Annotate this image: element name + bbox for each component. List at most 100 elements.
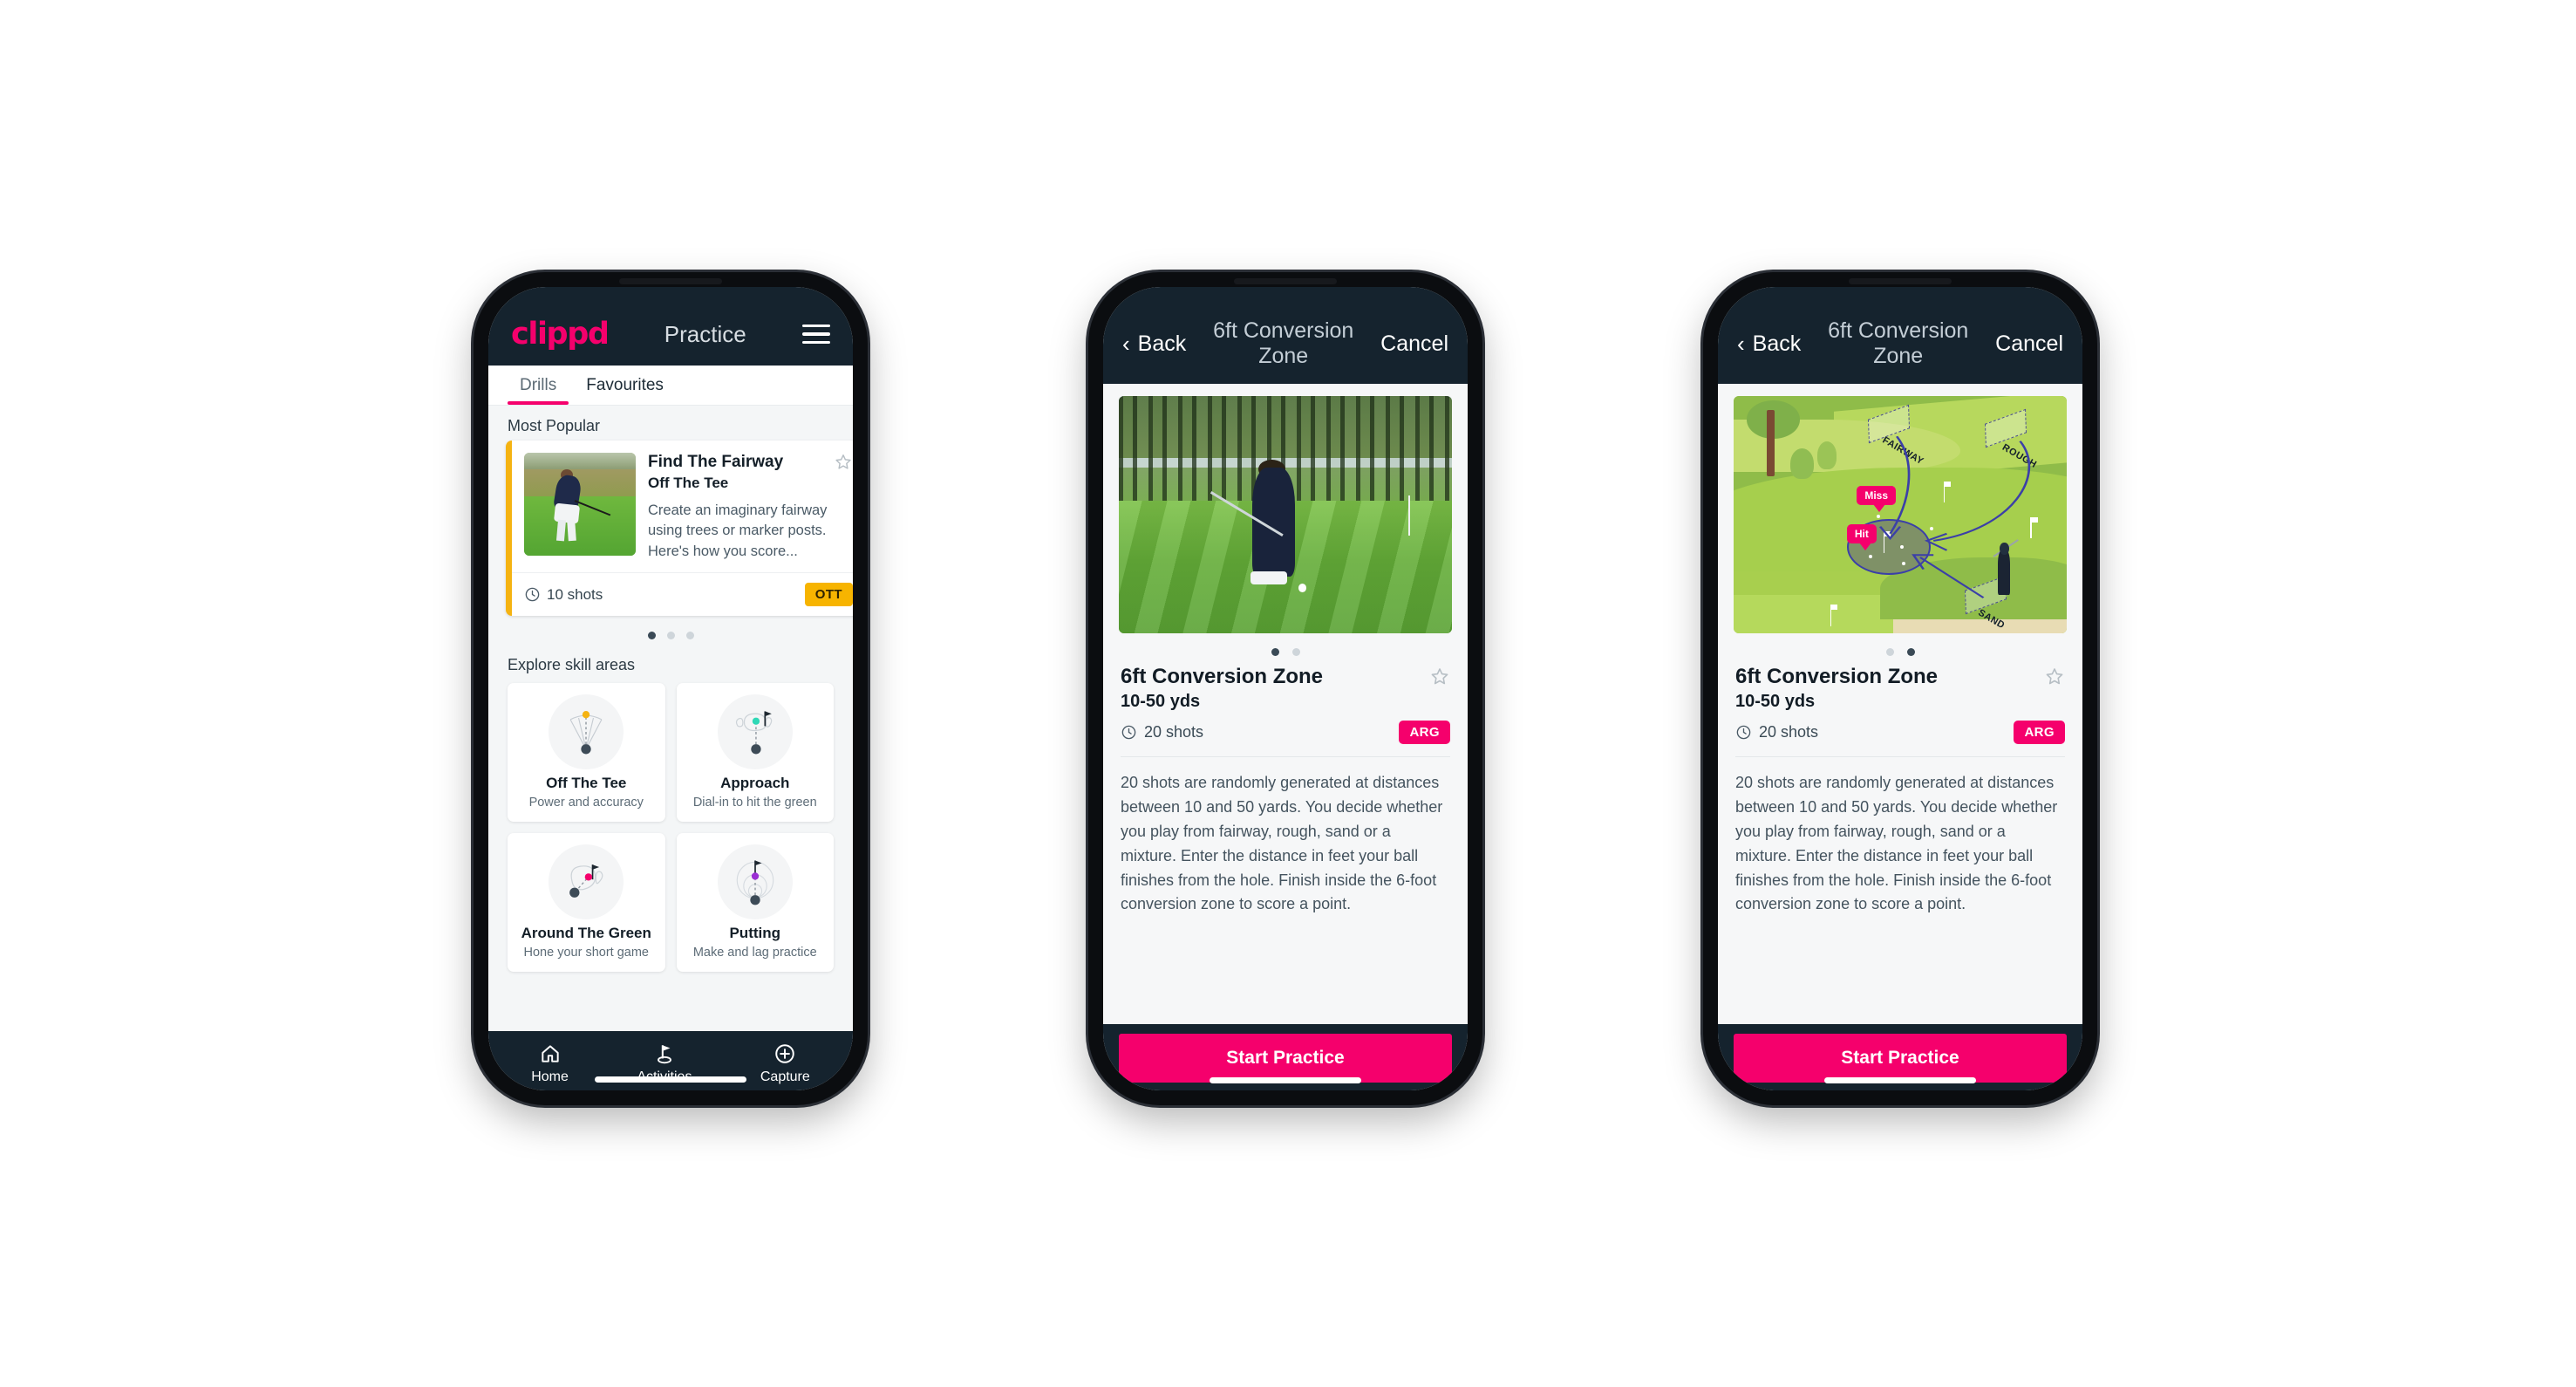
drill-photo bbox=[1119, 396, 1452, 633]
hero-pagination[interactable] bbox=[1718, 633, 2082, 665]
skill-card-off-the-tee[interactable]: Off The Tee Power and accuracy bbox=[508, 683, 665, 823]
putting-rings-icon bbox=[717, 844, 793, 920]
nav-label: Home bbox=[531, 1069, 569, 1084]
app-header: clippd Practice bbox=[488, 287, 853, 366]
phone-3-screen: ‹ Back 6ft Conversion Zone Cancel FAIRWA… bbox=[1718, 287, 2082, 1090]
drill-meta: 20 shots ARG bbox=[1103, 712, 1468, 744]
clock-icon bbox=[1736, 725, 1751, 740]
course-illustration: FAIRWAY ROUGH SAND Miss Hit bbox=[1734, 396, 2067, 633]
skill-desc: Hone your short game bbox=[523, 946, 649, 960]
bottom-navigation: Home Activities Capture bbox=[488, 1031, 853, 1090]
page-title: Practice bbox=[664, 320, 746, 347]
drill-shots-label: 20 shots bbox=[1144, 723, 1204, 741]
phone-1-screen: clippd Practice Drills Favourites Most P… bbox=[488, 287, 853, 1090]
drill-name: 6ft Conversion Zone bbox=[1735, 665, 1939, 688]
star-outline-icon[interactable] bbox=[2044, 666, 2065, 687]
tab-favourites[interactable]: Favourites bbox=[574, 366, 676, 405]
drill-shots: 10 shots bbox=[524, 586, 603, 604]
drill-skill-badge: ARG bbox=[1399, 721, 1450, 744]
home-icon bbox=[541, 1045, 559, 1062]
plus-circle-icon bbox=[775, 1044, 795, 1063]
carousel-dot-1[interactable] bbox=[647, 632, 656, 640]
drill-shots: 20 shots bbox=[1735, 723, 1818, 741]
drill-shots-label: 20 shots bbox=[1759, 723, 1819, 741]
approach-green-icon bbox=[717, 694, 793, 770]
detail-title: 6ft Conversion Zone bbox=[1213, 318, 1354, 368]
carousel-dot-3[interactable] bbox=[685, 632, 694, 640]
cancel-button[interactable]: Cancel bbox=[1380, 331, 1448, 357]
most-popular-carousel[interactable]: Find The Fairway Off The Tee Create an i… bbox=[488, 441, 853, 617]
cta-bar: Start Practice bbox=[1103, 1024, 1468, 1090]
carousel-dot-2[interactable] bbox=[666, 632, 675, 640]
skill-card-around-the-green[interactable]: Around The Green Hone your short game bbox=[508, 833, 665, 973]
drill-card-footer: 10 shots OTT bbox=[512, 572, 853, 616]
hero-dot-1[interactable] bbox=[1885, 648, 1894, 656]
chevron-left-icon: ‹ bbox=[1122, 331, 1130, 357]
detail-title-row: 6ft Conversion Zone bbox=[1103, 665, 1468, 689]
hamburger-icon[interactable] bbox=[802, 325, 830, 344]
most-popular-label: Most Popular bbox=[508, 417, 601, 434]
drill-info: Find The Fairway Off The Tee Create an i… bbox=[648, 453, 853, 562]
drill-yardage: 10-50 yds bbox=[1121, 692, 1201, 711]
drill-yardage: 10-50 yds bbox=[1735, 692, 1816, 711]
hero-dot-2[interactable] bbox=[1291, 648, 1300, 656]
skill-desc: Dial-in to hit the green bbox=[692, 796, 817, 810]
nav-item-home[interactable]: Home bbox=[531, 1042, 569, 1085]
skill-name: Approach bbox=[720, 775, 790, 792]
nav-item-capture[interactable]: Capture bbox=[760, 1042, 810, 1085]
detail-header: ‹ Back 6ft Conversion Zone Cancel bbox=[1718, 287, 2082, 384]
skill-card-putting[interactable]: Putting Make and lag practice bbox=[676, 833, 834, 973]
tab-drills[interactable]: Drills bbox=[508, 366, 569, 405]
star-outline-icon[interactable] bbox=[1429, 666, 1450, 687]
drill-card-top: Find The Fairway Off The Tee Create an i… bbox=[512, 441, 853, 572]
phone-2-drill-detail-photo: ‹ Back 6ft Conversion Zone Cancel 6ft Co… bbox=[1088, 272, 1482, 1105]
drill-name: 6ft Conversion Zone bbox=[1121, 665, 1324, 688]
tab-bar: Drills Favourites bbox=[488, 366, 853, 406]
drill-card[interactable]: Find The Fairway Off The Tee Create an i… bbox=[506, 441, 853, 617]
cancel-button[interactable]: Cancel bbox=[1995, 331, 2063, 357]
hero-dot-1[interactable] bbox=[1271, 648, 1279, 656]
practice-content: Most Popular Find The Fairway Off The Te… bbox=[488, 406, 853, 1031]
start-practice-button[interactable]: Start Practice bbox=[1734, 1034, 2067, 1083]
drill-meta: 20 shots ARG bbox=[1718, 712, 2082, 744]
hero-pagination[interactable] bbox=[1103, 633, 1468, 665]
golf-flag-icon bbox=[657, 1045, 671, 1064]
skill-name: Putting bbox=[729, 925, 781, 942]
clippd-logo: clippd bbox=[511, 317, 610, 352]
drill-description: 20 shots are randomly generated at dista… bbox=[1735, 774, 2058, 913]
hero-media[interactable] bbox=[1119, 396, 1452, 633]
explore-skill-areas-label: Explore skill areas bbox=[508, 656, 636, 674]
drill-description: Create an imaginary fairway using trees … bbox=[648, 502, 828, 559]
skill-desc: Power and accuracy bbox=[528, 796, 644, 810]
start-practice-button[interactable]: Start Practice bbox=[1119, 1034, 1452, 1083]
drill-skill-badge: ARG bbox=[2014, 721, 2065, 744]
back-button[interactable]: ‹ Back bbox=[1737, 331, 1801, 357]
phone-1-practice-list: clippd Practice Drills Favourites Most P… bbox=[474, 272, 868, 1105]
detail-header: ‹ Back 6ft Conversion Zone Cancel bbox=[1103, 287, 1468, 384]
drill-title: Find The Fairway bbox=[648, 453, 784, 471]
hero-dot-2[interactable] bbox=[1906, 648, 1915, 656]
nav-label: Capture bbox=[760, 1069, 810, 1084]
hero-media[interactable]: FAIRWAY ROUGH SAND Miss Hit bbox=[1734, 396, 2067, 633]
back-button[interactable]: ‹ Back bbox=[1122, 331, 1186, 357]
home-indicator bbox=[595, 1076, 746, 1083]
carousel-pagination[interactable] bbox=[488, 616, 853, 645]
home-indicator bbox=[1210, 1077, 1361, 1083]
drill-thumbnail bbox=[524, 453, 636, 556]
shot-path-arrows bbox=[1878, 435, 2031, 598]
detail-title-row: 6ft Conversion Zone bbox=[1718, 665, 2082, 689]
around-green-icon bbox=[549, 844, 624, 920]
phone-2-screen: ‹ Back 6ft Conversion Zone Cancel 6ft Co… bbox=[1103, 287, 1468, 1090]
phone-3-drill-detail-illustration: ‹ Back 6ft Conversion Zone Cancel FAIRWA… bbox=[1703, 272, 2097, 1105]
home-indicator bbox=[1824, 1077, 1976, 1083]
chevron-left-icon: ‹ bbox=[1737, 331, 1745, 357]
skill-name: Off The Tee bbox=[546, 775, 627, 792]
screenshot-stage: clippd Practice Drills Favourites Most P… bbox=[0, 0, 2576, 1387]
drill-subtitle: Off The Tee bbox=[648, 475, 729, 491]
back-label: Back bbox=[1752, 331, 1802, 356]
star-outline-icon[interactable] bbox=[834, 453, 853, 472]
drill-description: 20 shots are randomly generated at dista… bbox=[1121, 774, 1443, 913]
detail-body: FAIRWAY ROUGH SAND Miss Hit 6ft Conversi… bbox=[1718, 384, 2082, 1024]
skill-card-approach[interactable]: Approach Dial-in to hit the green bbox=[676, 683, 834, 823]
clock-icon bbox=[525, 587, 540, 602]
